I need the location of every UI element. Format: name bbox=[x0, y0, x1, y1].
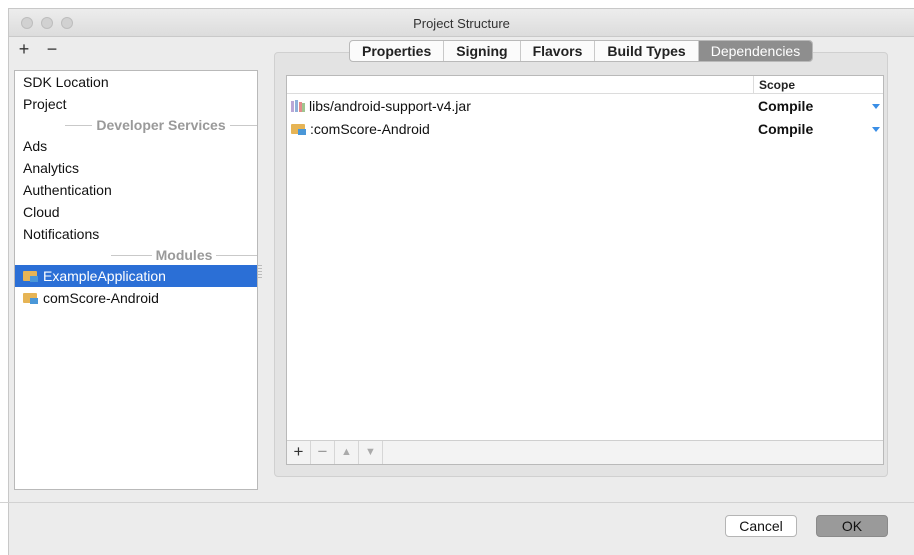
left-toolbar: + − bbox=[18, 40, 58, 60]
list-item-ads[interactable]: Ads bbox=[15, 135, 257, 157]
scope-value[interactable]: Compile bbox=[758, 121, 813, 137]
chevron-down-icon[interactable] bbox=[872, 104, 880, 109]
list-item-authentication[interactable]: Authentication bbox=[15, 179, 257, 201]
list-item-sdk-location[interactable]: SDK Location bbox=[15, 71, 257, 93]
module-tabs: Properties Signing Flavors Build Types D… bbox=[349, 40, 814, 62]
dependencies-table: Scope libs/android-support-v4.jar Compil… bbox=[286, 75, 884, 465]
jar-icon bbox=[291, 100, 305, 112]
scope-column-header[interactable]: Scope bbox=[753, 76, 885, 94]
list-item-module-comscore-android[interactable]: comScore-Android bbox=[15, 287, 257, 309]
list-item-notifications[interactable]: Notifications bbox=[15, 223, 257, 245]
structure-list: SDK Location Project Developer Services … bbox=[14, 70, 258, 490]
scope-value[interactable]: Compile bbox=[758, 98, 813, 114]
chevron-down-icon[interactable] bbox=[872, 127, 880, 132]
module-folder-icon bbox=[291, 123, 306, 135]
module-label: ExampleApplication bbox=[43, 268, 166, 284]
remove-dependency-button[interactable]: − bbox=[311, 441, 335, 464]
cancel-button[interactable]: Cancel bbox=[725, 515, 797, 537]
section-label: Developer Services bbox=[96, 117, 226, 133]
dependency-name: :comScore-Android bbox=[291, 121, 430, 137]
section-label: Modules bbox=[155, 247, 213, 263]
move-up-button[interactable]: ▲ bbox=[335, 441, 359, 464]
section-modules: Modules bbox=[15, 245, 257, 265]
move-down-button[interactable]: ▼ bbox=[359, 441, 383, 464]
tab-properties[interactable]: Properties bbox=[350, 41, 445, 61]
window-title: Project Structure bbox=[413, 16, 510, 31]
tab-dependencies[interactable]: Dependencies bbox=[698, 41, 813, 61]
section-developer-services: Developer Services bbox=[15, 115, 258, 135]
remove-item-button[interactable]: − bbox=[46, 40, 58, 60]
list-item-module-exampleapplication[interactable]: ExampleApplication bbox=[15, 265, 257, 287]
tab-signing[interactable]: Signing bbox=[444, 41, 521, 61]
table-row[interactable]: :comScore-Android Compile bbox=[287, 118, 883, 140]
module-folder-icon bbox=[23, 270, 38, 282]
dependencies-toolbar: + − ▲ ▼ bbox=[287, 440, 883, 464]
list-item-project[interactable]: Project bbox=[15, 93, 257, 115]
table-row[interactable]: libs/android-support-v4.jar Compile bbox=[287, 95, 883, 117]
module-folder-icon bbox=[23, 292, 38, 304]
dependency-name: libs/android-support-v4.jar bbox=[291, 98, 471, 114]
tab-flavors[interactable]: Flavors bbox=[521, 41, 596, 61]
splitter-grip[interactable] bbox=[258, 265, 262, 279]
table-header: Scope bbox=[287, 76, 883, 94]
list-item-cloud[interactable]: Cloud bbox=[15, 201, 257, 223]
ok-button[interactable]: OK bbox=[816, 515, 888, 537]
tab-build-types[interactable]: Build Types bbox=[595, 41, 699, 61]
add-item-button[interactable]: + bbox=[18, 40, 30, 60]
title-bar: Project Structure bbox=[9, 9, 914, 37]
module-label: comScore-Android bbox=[43, 290, 159, 306]
footer-divider bbox=[0, 502, 914, 503]
add-dependency-button[interactable]: + bbox=[287, 441, 311, 464]
list-item-analytics[interactable]: Analytics bbox=[15, 157, 257, 179]
